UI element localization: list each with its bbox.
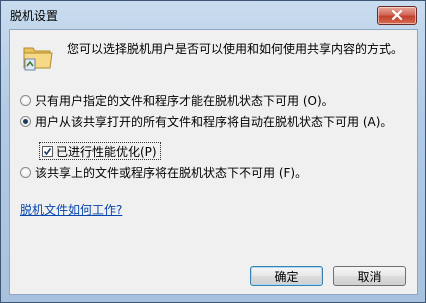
option-label: 只有用户指定的文件和程序才能在脱机状态下可用 (O)。 [35,93,334,108]
radio-auto-available[interactable] [20,115,31,127]
dialog-content: 您可以选择脱机用户是否可以使用和如何使用共享内容的方式。 只有用户指定的文件和程… [9,29,418,295]
description-text: 您可以选择脱机用户是否可以使用和如何使用共享内容的方式。 [67,42,404,56]
option-auto-available[interactable]: 用户从该共享打开的所有文件和程序将自动在脱机状态下可用 (A)。 [20,113,392,129]
radio-not-available[interactable] [20,166,31,178]
window-title: 脱机设置 [10,9,59,23]
option-label: 用户从该共享打开的所有文件和程序将自动在脱机状态下可用 (A)。 [35,114,393,129]
option-user-specified[interactable]: 只有用户指定的文件和程序才能在脱机状态下可用 (O)。 [20,92,334,108]
checkbox-label: 已进行性能优化(P) [56,144,157,159]
optimize-performance-checkbox[interactable]: 已进行性能优化(P) [39,142,161,160]
checkbox-optimize[interactable] [42,145,53,157]
ok-button[interactable]: 确定 [250,266,323,286]
help-link[interactable]: 脱机文件如何工作? [20,201,122,218]
close-button[interactable] [377,6,417,25]
folder-offline-icon [23,47,53,71]
cancel-button[interactable]: 取消 [333,266,406,286]
close-icon [391,10,403,20]
dialog-window: 脱机设置 您可以选择脱机用户是否可以使用和如何使用共享内容的方式。 只有用户指定… [0,0,426,303]
title-bar[interactable]: 脱机设置 [1,1,425,29]
radio-user-specified[interactable] [20,94,31,106]
option-label: 该共享上的文件或程序将在脱机状态下不可用 (F)。 [35,165,308,180]
option-not-available[interactable]: 该共享上的文件或程序将在脱机状态下不可用 (F)。 [20,164,307,180]
check-icon [43,147,52,155]
